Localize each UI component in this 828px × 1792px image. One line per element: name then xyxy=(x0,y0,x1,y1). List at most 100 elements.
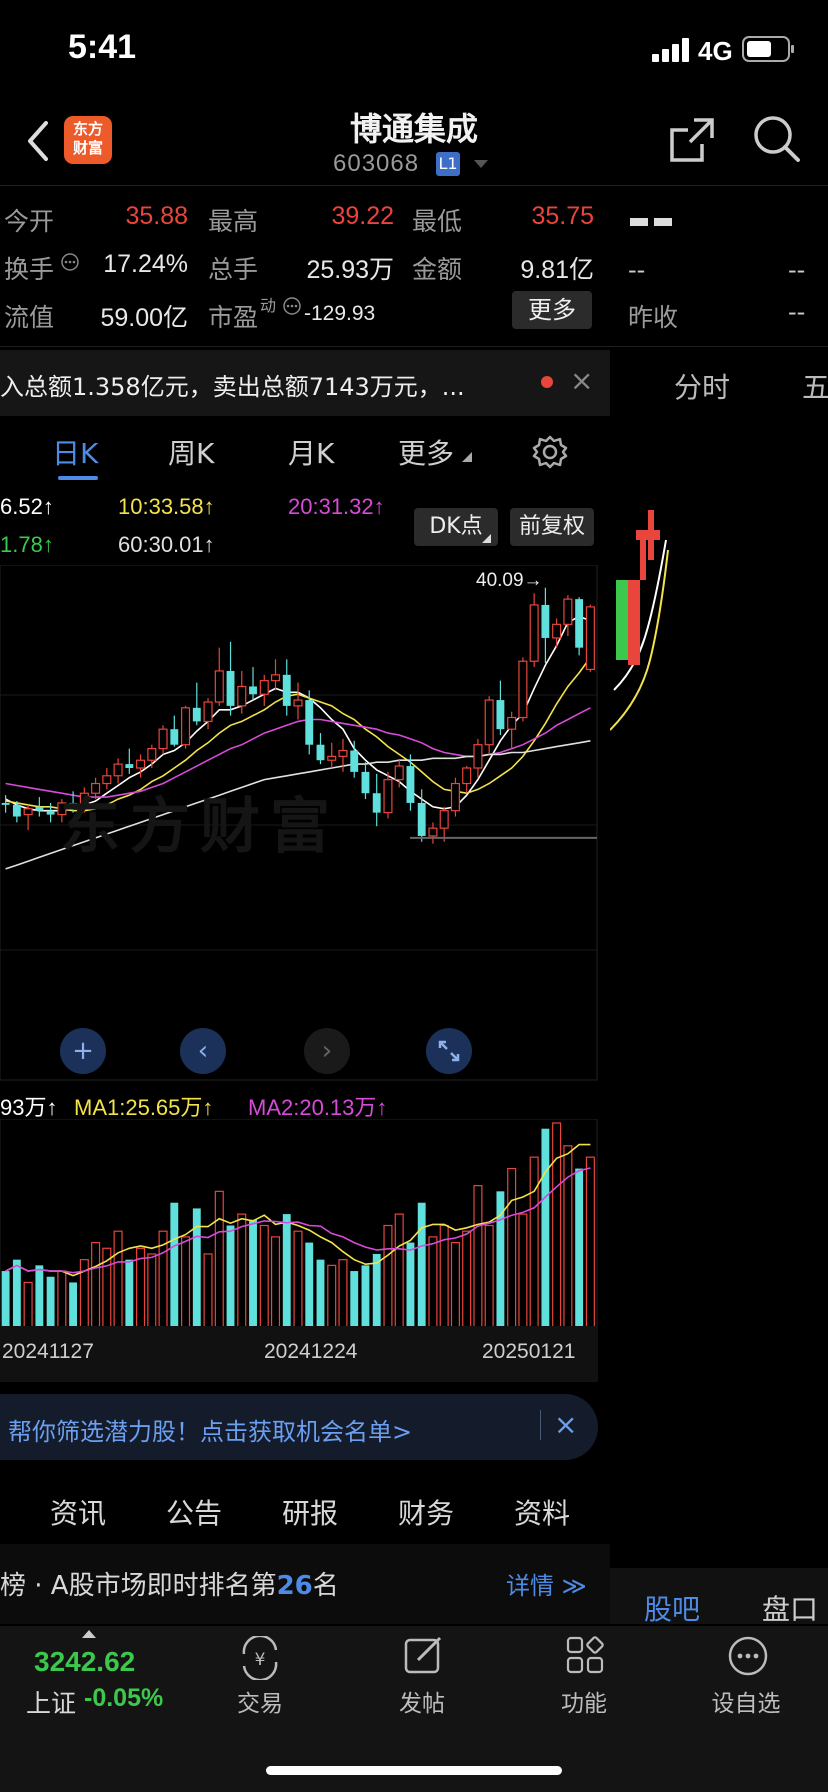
candle-body xyxy=(552,623,562,639)
tab-more[interactable]: 更多 xyxy=(398,432,454,472)
volume-bar xyxy=(473,1185,483,1329)
tab-finance[interactable]: 财务 xyxy=(398,1492,454,1532)
info-icon[interactable] xyxy=(60,252,80,272)
tab-research[interactable]: 研报 xyxy=(282,1492,338,1532)
zoom-in-button[interactable]: + xyxy=(60,1028,106,1074)
info-icon[interactable] xyxy=(282,296,302,316)
candle-body xyxy=(46,810,55,815)
close-icon[interactable]: × xyxy=(554,1408,577,1441)
candle-body xyxy=(293,699,303,707)
nav-post[interactable]: 发帖 xyxy=(362,1684,482,1718)
volume-chart[interactable] xyxy=(0,1119,598,1329)
home-indicator xyxy=(266,1766,562,1775)
nav-functions[interactable]: 功能 xyxy=(524,1684,644,1718)
scroll-right-button[interactable]: › xyxy=(304,1028,350,1074)
search-icon[interactable] xyxy=(752,114,802,164)
tab-pankou[interactable]: 盘口 xyxy=(762,1588,818,1628)
volume-bar xyxy=(226,1225,235,1328)
volume-bar xyxy=(46,1276,55,1328)
candle-body xyxy=(136,759,146,769)
open-value: 35.88 xyxy=(125,202,188,230)
ma60-label: 60:30.01↑ xyxy=(118,532,215,557)
prev-close-label: 昨收 xyxy=(628,303,679,332)
high-label: 最高 xyxy=(208,207,259,236)
tab-news[interactable]: 资讯 xyxy=(50,1492,106,1532)
volume-bar xyxy=(327,1264,337,1329)
detail-link[interactable]: 详情 ≫ xyxy=(506,1566,587,1601)
tab-month-k[interactable]: 月K xyxy=(288,432,334,472)
candle-body xyxy=(507,716,517,730)
battery-icon xyxy=(742,36,794,62)
volume-bar xyxy=(293,1230,303,1329)
volume-bar xyxy=(170,1202,179,1328)
volume-bar xyxy=(12,1259,21,1328)
index-change[interactable]: -0.05% xyxy=(84,1684,163,1713)
promo-text[interactable]: 帮你筛选潜力股！点击获取机会名单> xyxy=(8,1412,412,1447)
nav-watchlist[interactable]: 设自选 xyxy=(686,1684,806,1718)
volume-bar xyxy=(338,1259,348,1329)
candle-body xyxy=(237,685,247,707)
candle-body xyxy=(529,604,539,662)
tab-fen-shi[interactable]: 分时 xyxy=(674,366,730,406)
tab-day-k[interactable]: 日K xyxy=(52,432,98,472)
volume-bar xyxy=(507,1167,517,1329)
candle-body xyxy=(259,680,269,695)
tab-guba[interactable]: 股吧 xyxy=(644,1588,700,1628)
candle-body xyxy=(541,604,550,638)
candle-body xyxy=(35,806,44,811)
index-name[interactable]: 上证 xyxy=(26,1684,76,1720)
trade-icon[interactable]: ¥ xyxy=(236,1636,284,1680)
tab-announcements[interactable]: 公告 xyxy=(166,1492,222,1532)
functions-icon[interactable] xyxy=(564,1634,608,1678)
price-adjust-button[interactable]: 前复权 xyxy=(510,508,594,546)
post-icon[interactable] xyxy=(402,1634,446,1678)
high-value: 39.22 xyxy=(331,202,394,230)
more-button[interactable]: 更多 xyxy=(512,291,592,329)
tab-profile[interactable]: 资料 xyxy=(514,1492,570,1532)
expand-up-icon[interactable] xyxy=(82,1630,96,1638)
volume-bar xyxy=(203,1253,213,1329)
float-mktcap-label: 流值 xyxy=(4,303,55,332)
nav-trade[interactable]: 交易 xyxy=(200,1684,320,1718)
candle-body xyxy=(439,810,449,829)
status-time: 5:41 xyxy=(68,28,137,66)
volume-bar xyxy=(316,1259,325,1328)
close-icon[interactable]: × xyxy=(570,364,593,397)
gear-icon[interactable] xyxy=(532,434,568,470)
volume-value: 25.93万 xyxy=(306,256,394,284)
volume-bar xyxy=(383,1224,393,1329)
candle-body xyxy=(249,686,257,695)
tab-wu[interactable]: 五 xyxy=(802,366,828,406)
chevron-down-icon[interactable] xyxy=(474,160,488,170)
fullscreen-icon[interactable] xyxy=(426,1028,472,1074)
candle-body xyxy=(158,728,168,750)
ma20-label: 20:31.32↑ xyxy=(288,494,385,519)
vol-label: 93万↑ xyxy=(0,1095,58,1120)
volume-bar xyxy=(394,1213,404,1329)
index-value[interactable]: 3242.62 xyxy=(34,1646,135,1678)
volume-bar xyxy=(249,1219,257,1328)
volume-bar xyxy=(91,1241,101,1329)
divider xyxy=(0,346,828,347)
open-label: 今开 xyxy=(4,207,55,236)
date-tick: 20241127 xyxy=(2,1340,94,1363)
candle-body xyxy=(226,670,235,706)
rank-suffix: 名 xyxy=(312,1571,339,1601)
scroll-left-button[interactable]: ‹ xyxy=(180,1028,226,1074)
status-bar: 5:41 4G xyxy=(0,0,828,100)
tab-week-k[interactable]: 周K xyxy=(168,432,214,472)
candle-body xyxy=(214,670,224,703)
volume-bar xyxy=(270,1236,281,1329)
ma10-label: 10:33.58↑ xyxy=(118,494,215,519)
volume-bar xyxy=(147,1253,157,1329)
volume-bar xyxy=(1,1271,10,1328)
volume-bar xyxy=(113,1230,123,1329)
rank-number: 26 xyxy=(276,1571,313,1601)
candle-body xyxy=(406,766,415,803)
more-dots-icon[interactable] xyxy=(726,1634,770,1678)
ticker-text[interactable]: 入总额1.358亿元，卖出总额7143万元，... xyxy=(0,367,465,402)
volume-bar xyxy=(575,1168,584,1328)
share-icon[interactable] xyxy=(668,116,716,164)
candle-body xyxy=(563,598,573,625)
volume-bar xyxy=(462,1230,472,1329)
